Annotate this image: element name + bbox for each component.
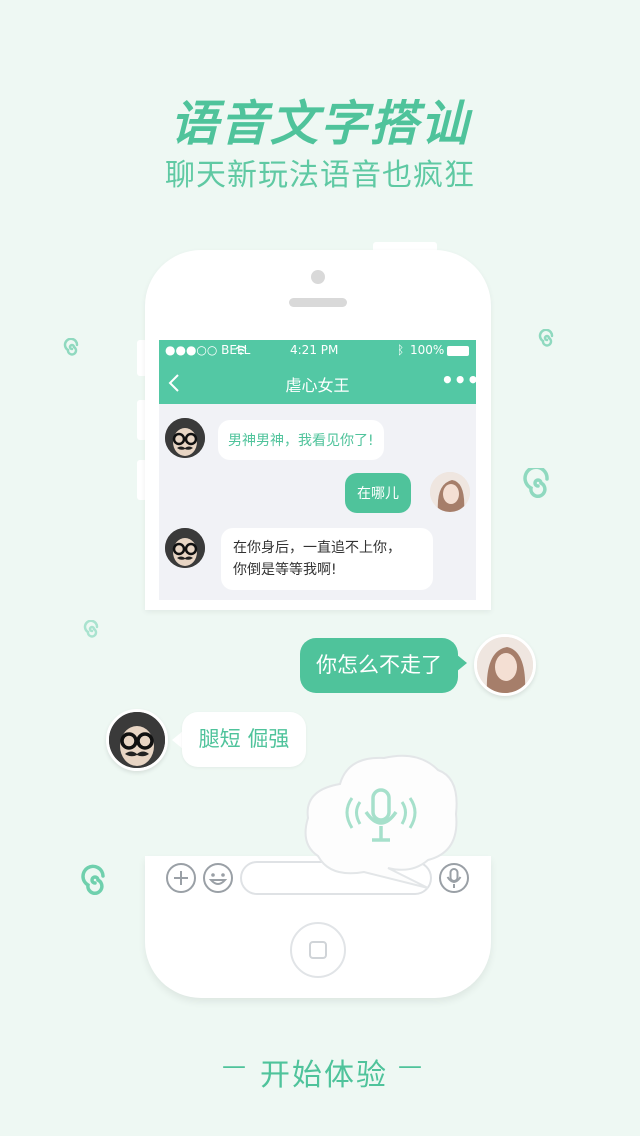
cta-dash: —	[222, 1052, 246, 1080]
man-glasses-avatar-icon	[165, 418, 205, 458]
floating-bubble-outgoing: 你怎么不走了	[300, 638, 458, 693]
cta-dash: —	[398, 1052, 422, 1080]
avatar-large[interactable]	[106, 709, 168, 771]
status-bar: ●●●○○ BELL 4:21 PM ᛒ 100%	[159, 340, 476, 362]
add-icon[interactable]	[165, 862, 197, 894]
avatar-large[interactable]	[474, 634, 536, 696]
home-button[interactable]	[290, 922, 346, 978]
chat-bubble-incoming: 在你身后，一直追不上你， 你倒是等等我啊!	[221, 528, 433, 590]
swirl-icon	[83, 620, 99, 638]
swirl-icon	[523, 468, 549, 499]
wifi-icon	[235, 345, 247, 355]
subheadline: 聊天新玩法语音也疯狂	[165, 158, 475, 193]
chat-title: 虐心女王	[285, 376, 350, 395]
phone-camera	[311, 270, 325, 284]
chat-bubble-outgoing: 在哪儿	[345, 473, 411, 513]
woman-avatar-icon	[477, 637, 533, 693]
emoji-icon[interactable]	[202, 862, 234, 894]
chat-bubble-incoming: 男神男神，我看见你了!	[218, 420, 384, 460]
avatar[interactable]	[165, 528, 205, 568]
phone-screen: ●●●○○ BELL 4:21 PM ᛒ 100% 虐心女王 ••• 男神男神，…	[159, 340, 476, 600]
phone-speaker	[289, 298, 347, 307]
message-line: 你倒是等等我啊!	[233, 562, 337, 578]
swirl-icon	[538, 329, 554, 347]
microphone-icon	[345, 788, 417, 842]
avatar[interactable]	[165, 418, 205, 458]
message-line: 在你身后，一直追不上你，	[233, 540, 401, 556]
man-glasses-avatar-icon	[109, 712, 165, 768]
more-options-icon[interactable]: •••	[441, 368, 476, 392]
start-experience-button[interactable]: 开始体验	[260, 1050, 388, 1094]
headline: 语音文字搭讪	[169, 96, 470, 152]
battery-icon	[447, 346, 469, 356]
floating-bubble-incoming: 腿短 倔强	[182, 712, 306, 767]
battery-percent: 100%	[410, 343, 445, 357]
bluetooth-icon: ᛒ	[397, 343, 405, 357]
swirl-icon	[63, 338, 79, 356]
man-glasses-avatar-icon	[165, 528, 205, 568]
swirl-icon	[81, 864, 105, 896]
avatar[interactable]	[430, 472, 470, 512]
status-time: 4:21 PM	[290, 343, 339, 357]
bubble-tail	[456, 654, 467, 672]
home-square-icon	[309, 941, 327, 959]
woman-avatar-icon	[430, 472, 470, 512]
chat-nav-bar: 虐心女王 •••	[159, 362, 476, 404]
